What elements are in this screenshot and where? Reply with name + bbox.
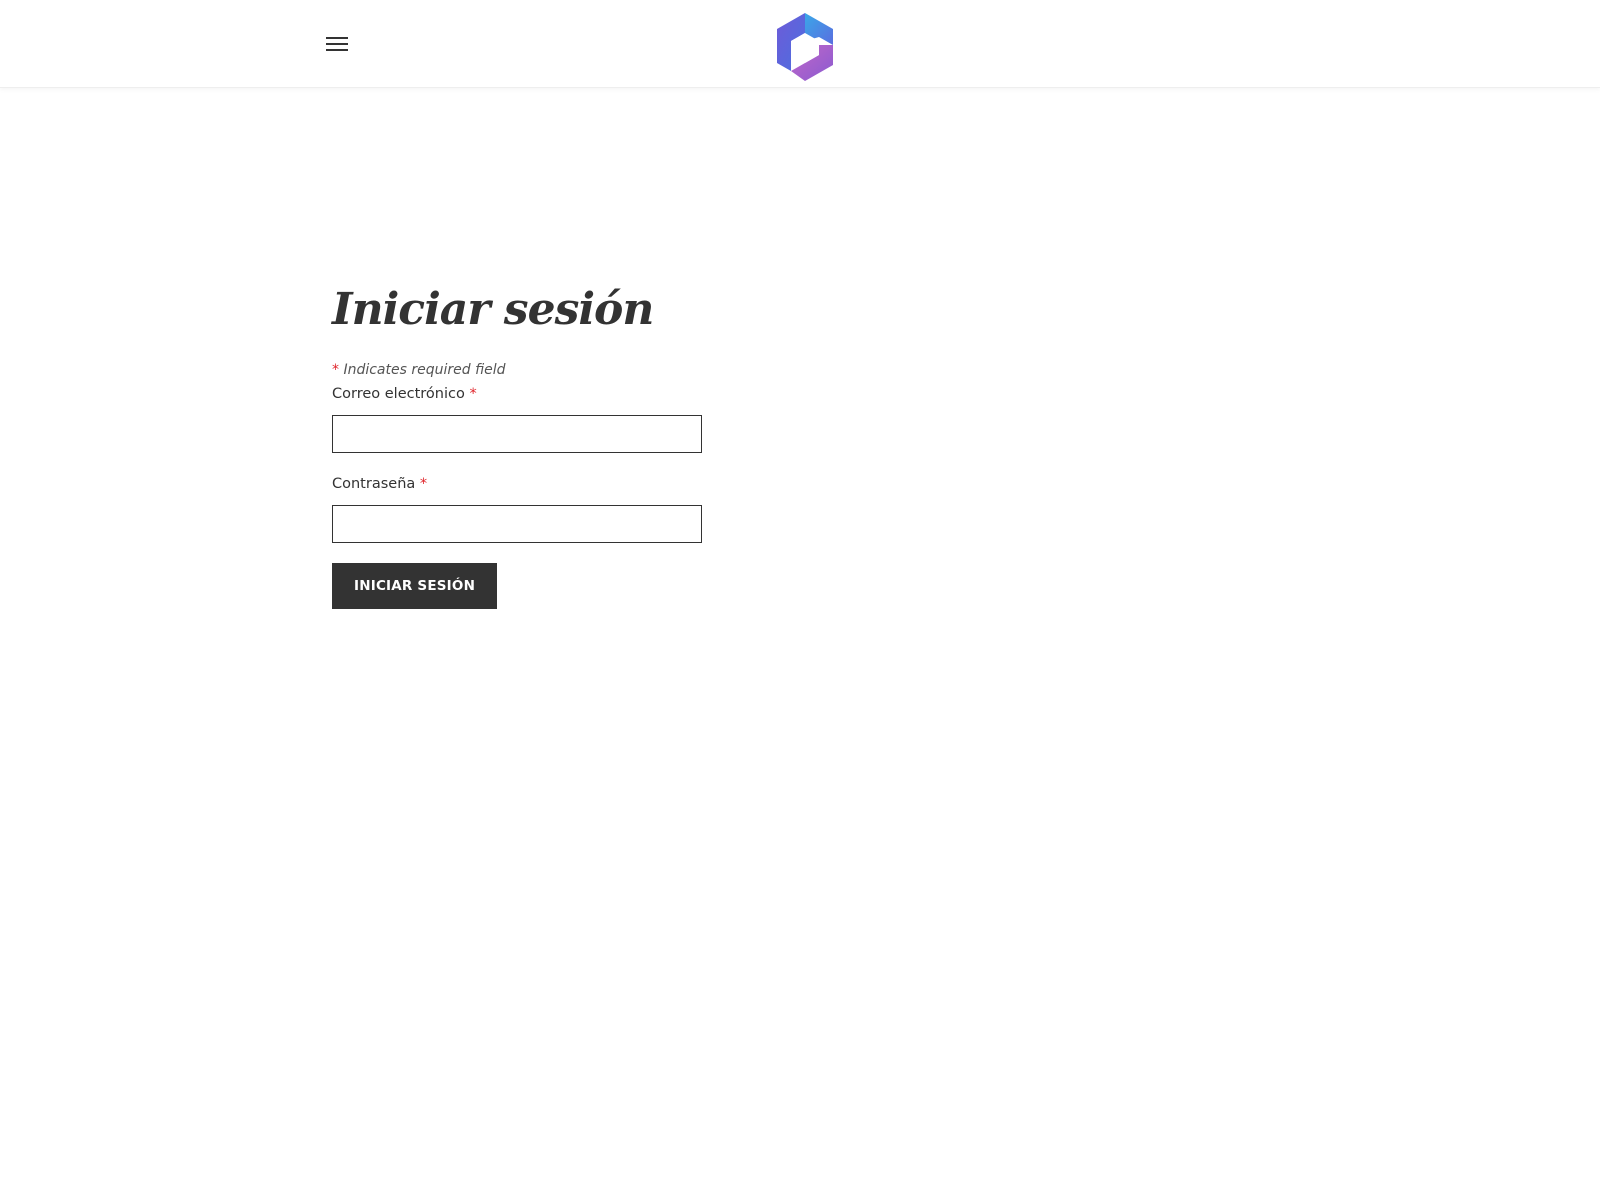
password-field[interactable] — [332, 505, 702, 543]
email-field[interactable] — [332, 415, 702, 453]
required-field-note: * Indicates required field — [332, 360, 752, 380]
required-asterisk: * — [332, 362, 339, 378]
email-required-asterisk: * — [469, 386, 477, 402]
microsoft-365-logo-icon[interactable] — [771, 11, 839, 83]
site-header — [0, 0, 1600, 88]
login-form: Iniciar sesión * Indicates required fiel… — [332, 282, 752, 609]
sign-in-button[interactable]: INICIAR SESIÓN — [332, 563, 498, 609]
email-label-text: Correo electrónico — [332, 386, 465, 402]
password-required-asterisk: * — [419, 476, 428, 492]
required-note-text: Indicates required field — [343, 362, 506, 378]
email-label: Correo electrónico * — [332, 383, 752, 405]
hamburger-menu-icon[interactable] — [326, 36, 354, 60]
password-label-text: Contraseña — [332, 476, 416, 492]
page-title: Iniciar sesión — [332, 284, 654, 335]
password-label: Contraseña * — [332, 473, 752, 495]
